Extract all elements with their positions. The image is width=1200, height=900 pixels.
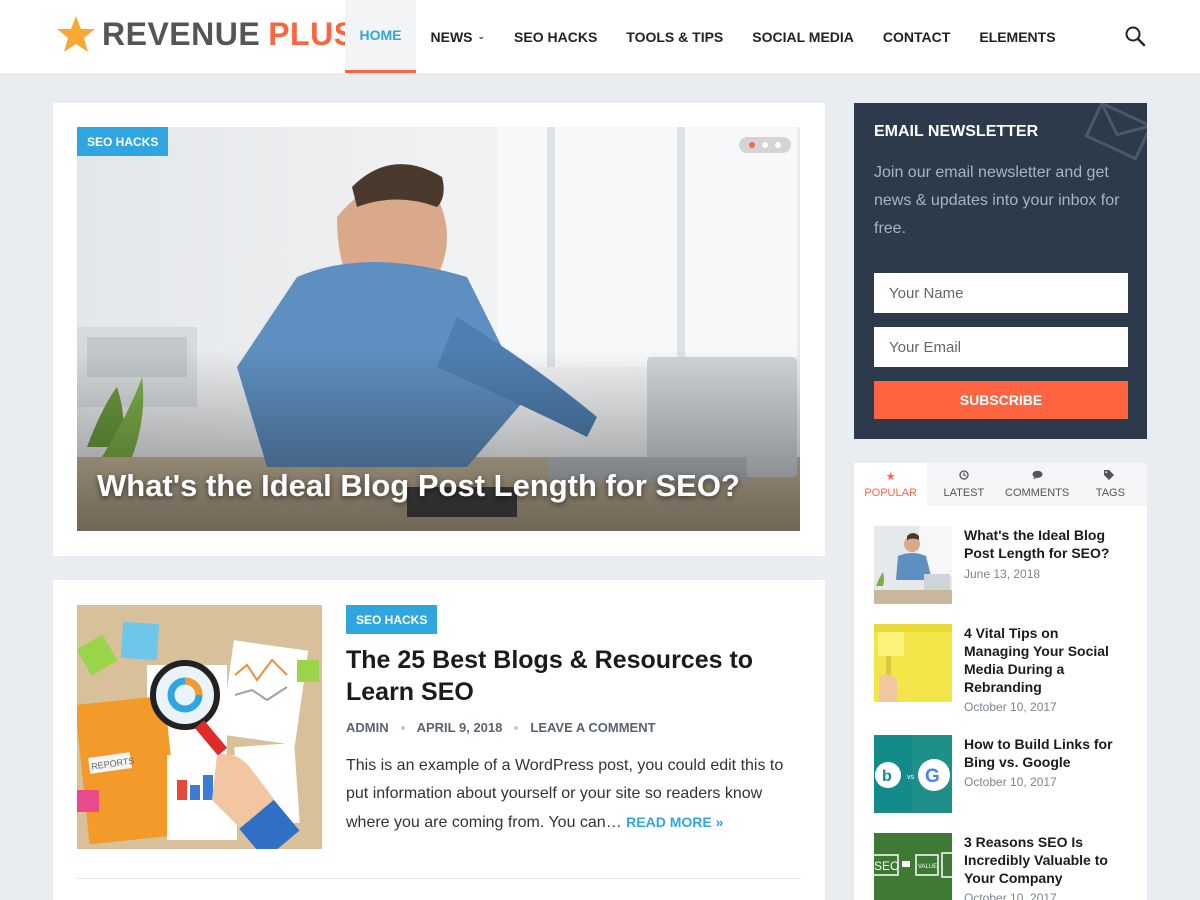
popular-post-thumbnail[interactable]: b vs G [874, 735, 952, 813]
meta-separator [514, 725, 519, 730]
popular-post-thumbnail[interactable] [874, 526, 952, 604]
tab-latest[interactable]: LATEST [927, 463, 1000, 506]
tab-label: COMMENTS [1005, 487, 1070, 499]
site-title-part1: REVENUE [102, 15, 261, 52]
site-title: REVENUE PLUS [102, 16, 356, 53]
post-date[interactable]: APRIL 9, 2018 [417, 720, 503, 735]
meta-separator [400, 725, 405, 730]
category-badge[interactable]: SEO HACKS [77, 127, 169, 156]
popular-post-thumbnail[interactable] [874, 624, 952, 702]
nav-item-home[interactable]: HOME [345, 0, 416, 73]
popular-post-title[interactable]: 4 Vital Tips on Managing Your Social Med… [964, 624, 1124, 696]
nav-label: ELEMENTS [979, 28, 1056, 45]
site-header: REVENUE PLUS HOME NEWS ⌄ SEO HACKS TOOLS &… [0, 0, 1200, 73]
post-title[interactable]: The 25 Best Blogs & Resources to Learn S… [346, 644, 786, 708]
category-badge[interactable]: SEO HACKS [346, 605, 438, 634]
newsletter-description: Join our email newsletter and get news &… [874, 164, 1120, 237]
tab-label: LATEST [943, 487, 985, 499]
popular-post-title[interactable]: How to Build Links for Bing vs. Google [964, 735, 1124, 771]
post-card: REPORTS SEO HACKS The 25 Best Blogs & Re… [53, 580, 825, 900]
slider-dot[interactable] [749, 142, 755, 148]
search-icon[interactable] [1124, 25, 1146, 47]
star-icon [57, 16, 95, 52]
newsletter-widget: EMAIL NEWSLETTER Join our email newslett… [854, 103, 1147, 439]
post-thumbnail[interactable]: REPORTS [77, 605, 322, 849]
tab-comments[interactable]: COMMENTS [1001, 463, 1074, 506]
nav-item-contact[interactable]: CONTACT [868, 0, 964, 73]
post-comments-link[interactable]: LEAVE A COMMENT [530, 720, 655, 735]
post-divider [77, 878, 801, 879]
thumb-label: vs [907, 774, 915, 781]
popular-post-item: b vs G How to Build Links for Bing vs. G… [874, 735, 1134, 815]
popular-post-item: 4 Vital Tips on Managing Your Social Med… [874, 624, 1134, 714]
read-more-link[interactable]: READ MORE » [626, 814, 723, 830]
post-excerpt: This is an example of a WordPress post, … [346, 752, 796, 837]
tab-tags[interactable]: TAGS [1074, 463, 1147, 506]
chevron-down-icon: ⌄ [477, 31, 486, 41]
name-field[interactable] [874, 273, 1128, 313]
popular-post-title[interactable]: 3 Reasons SEO Is Incredibly Valuable to … [964, 833, 1124, 887]
comment-icon [1032, 470, 1043, 483]
site-logo[interactable]: REVENUE PLUS [56, 14, 356, 54]
popular-post-date: October 10, 2017 [964, 700, 1057, 714]
nav-label: CONTACT [882, 28, 951, 45]
tab-label: TAGS [1095, 487, 1125, 499]
tab-label: POPULAR [864, 487, 917, 499]
popular-post-date: June 13, 2018 [964, 567, 1041, 581]
popular-post-item: SEO VALUE 3 Reasons SEO Is Incredibly Va… [874, 833, 1134, 900]
nav-item-tools-tips[interactable]: TOOLS & TIPS [612, 0, 738, 73]
newsletter-title: EMAIL NEWSLETTER [874, 123, 1039, 140]
nav-label: SOCIAL MEDIA [752, 28, 854, 45]
popular-post-item: What's the Ideal Blog Post Length for SE… [874, 526, 1134, 606]
slider-pagination [739, 137, 791, 153]
thumb-label: SEO [874, 859, 899, 873]
post-author[interactable]: ADMIN [346, 720, 389, 735]
nav-item-news[interactable]: NEWS ⌄ [416, 0, 500, 73]
hero-title[interactable]: What's the Ideal Blog Post Length for SE… [97, 468, 740, 504]
popular-post-date: October 10, 2017 [964, 775, 1057, 789]
svg-text:G: G [925, 766, 940, 787]
tabbed-posts-widget: ★ POPULAR LATEST COMMENTS TAGS What's th… [854, 463, 1147, 900]
star-icon: ★ [885, 471, 896, 483]
popular-post-date: October 10, 2017 [964, 891, 1057, 900]
post-meta: ADMIN APRIL 9, 2018 LEAVE A COMMENT [346, 720, 656, 735]
envelope-icon [1084, 103, 1147, 161]
tab-popular[interactable]: ★ POPULAR [854, 463, 928, 506]
thumb-label: VALUE [918, 864, 937, 870]
main-nav: HOME NEWS ⌄ SEO HACKS TOOLS & TIPS SOCIAL… [345, 0, 1070, 73]
widget-tabs: ★ POPULAR LATEST COMMENTS TAGS [854, 463, 1147, 506]
nav-item-social-media[interactable]: SOCIAL MEDIA [738, 0, 869, 73]
site-title-part2: PLUS [268, 15, 356, 52]
nav-label: SEO HACKS [514, 28, 598, 45]
popular-post-thumbnail[interactable]: SEO VALUE [874, 833, 952, 900]
svg-text:b: b [882, 768, 892, 785]
slider-dot[interactable] [762, 142, 768, 148]
tag-icon [1104, 470, 1116, 483]
nav-item-seo-hacks[interactable]: SEO HACKS [500, 0, 612, 73]
popular-post-title[interactable]: What's the Ideal Blog Post Length for SE… [964, 526, 1124, 562]
subscribe-button[interactable]: SUBSCRIBE [874, 381, 1128, 419]
nav-item-elements[interactable]: ELEMENTS [965, 0, 1070, 73]
clock-icon [959, 470, 969, 483]
nav-label: TOOLS & TIPS [626, 28, 724, 45]
featured-slider: SEO HACKS What's the Ideal Blog Post Len… [53, 103, 825, 556]
slider-dot[interactable] [775, 142, 781, 148]
nav-label: NEWS [430, 28, 473, 45]
nav-label: HOME [359, 27, 402, 43]
email-field[interactable] [874, 327, 1128, 367]
